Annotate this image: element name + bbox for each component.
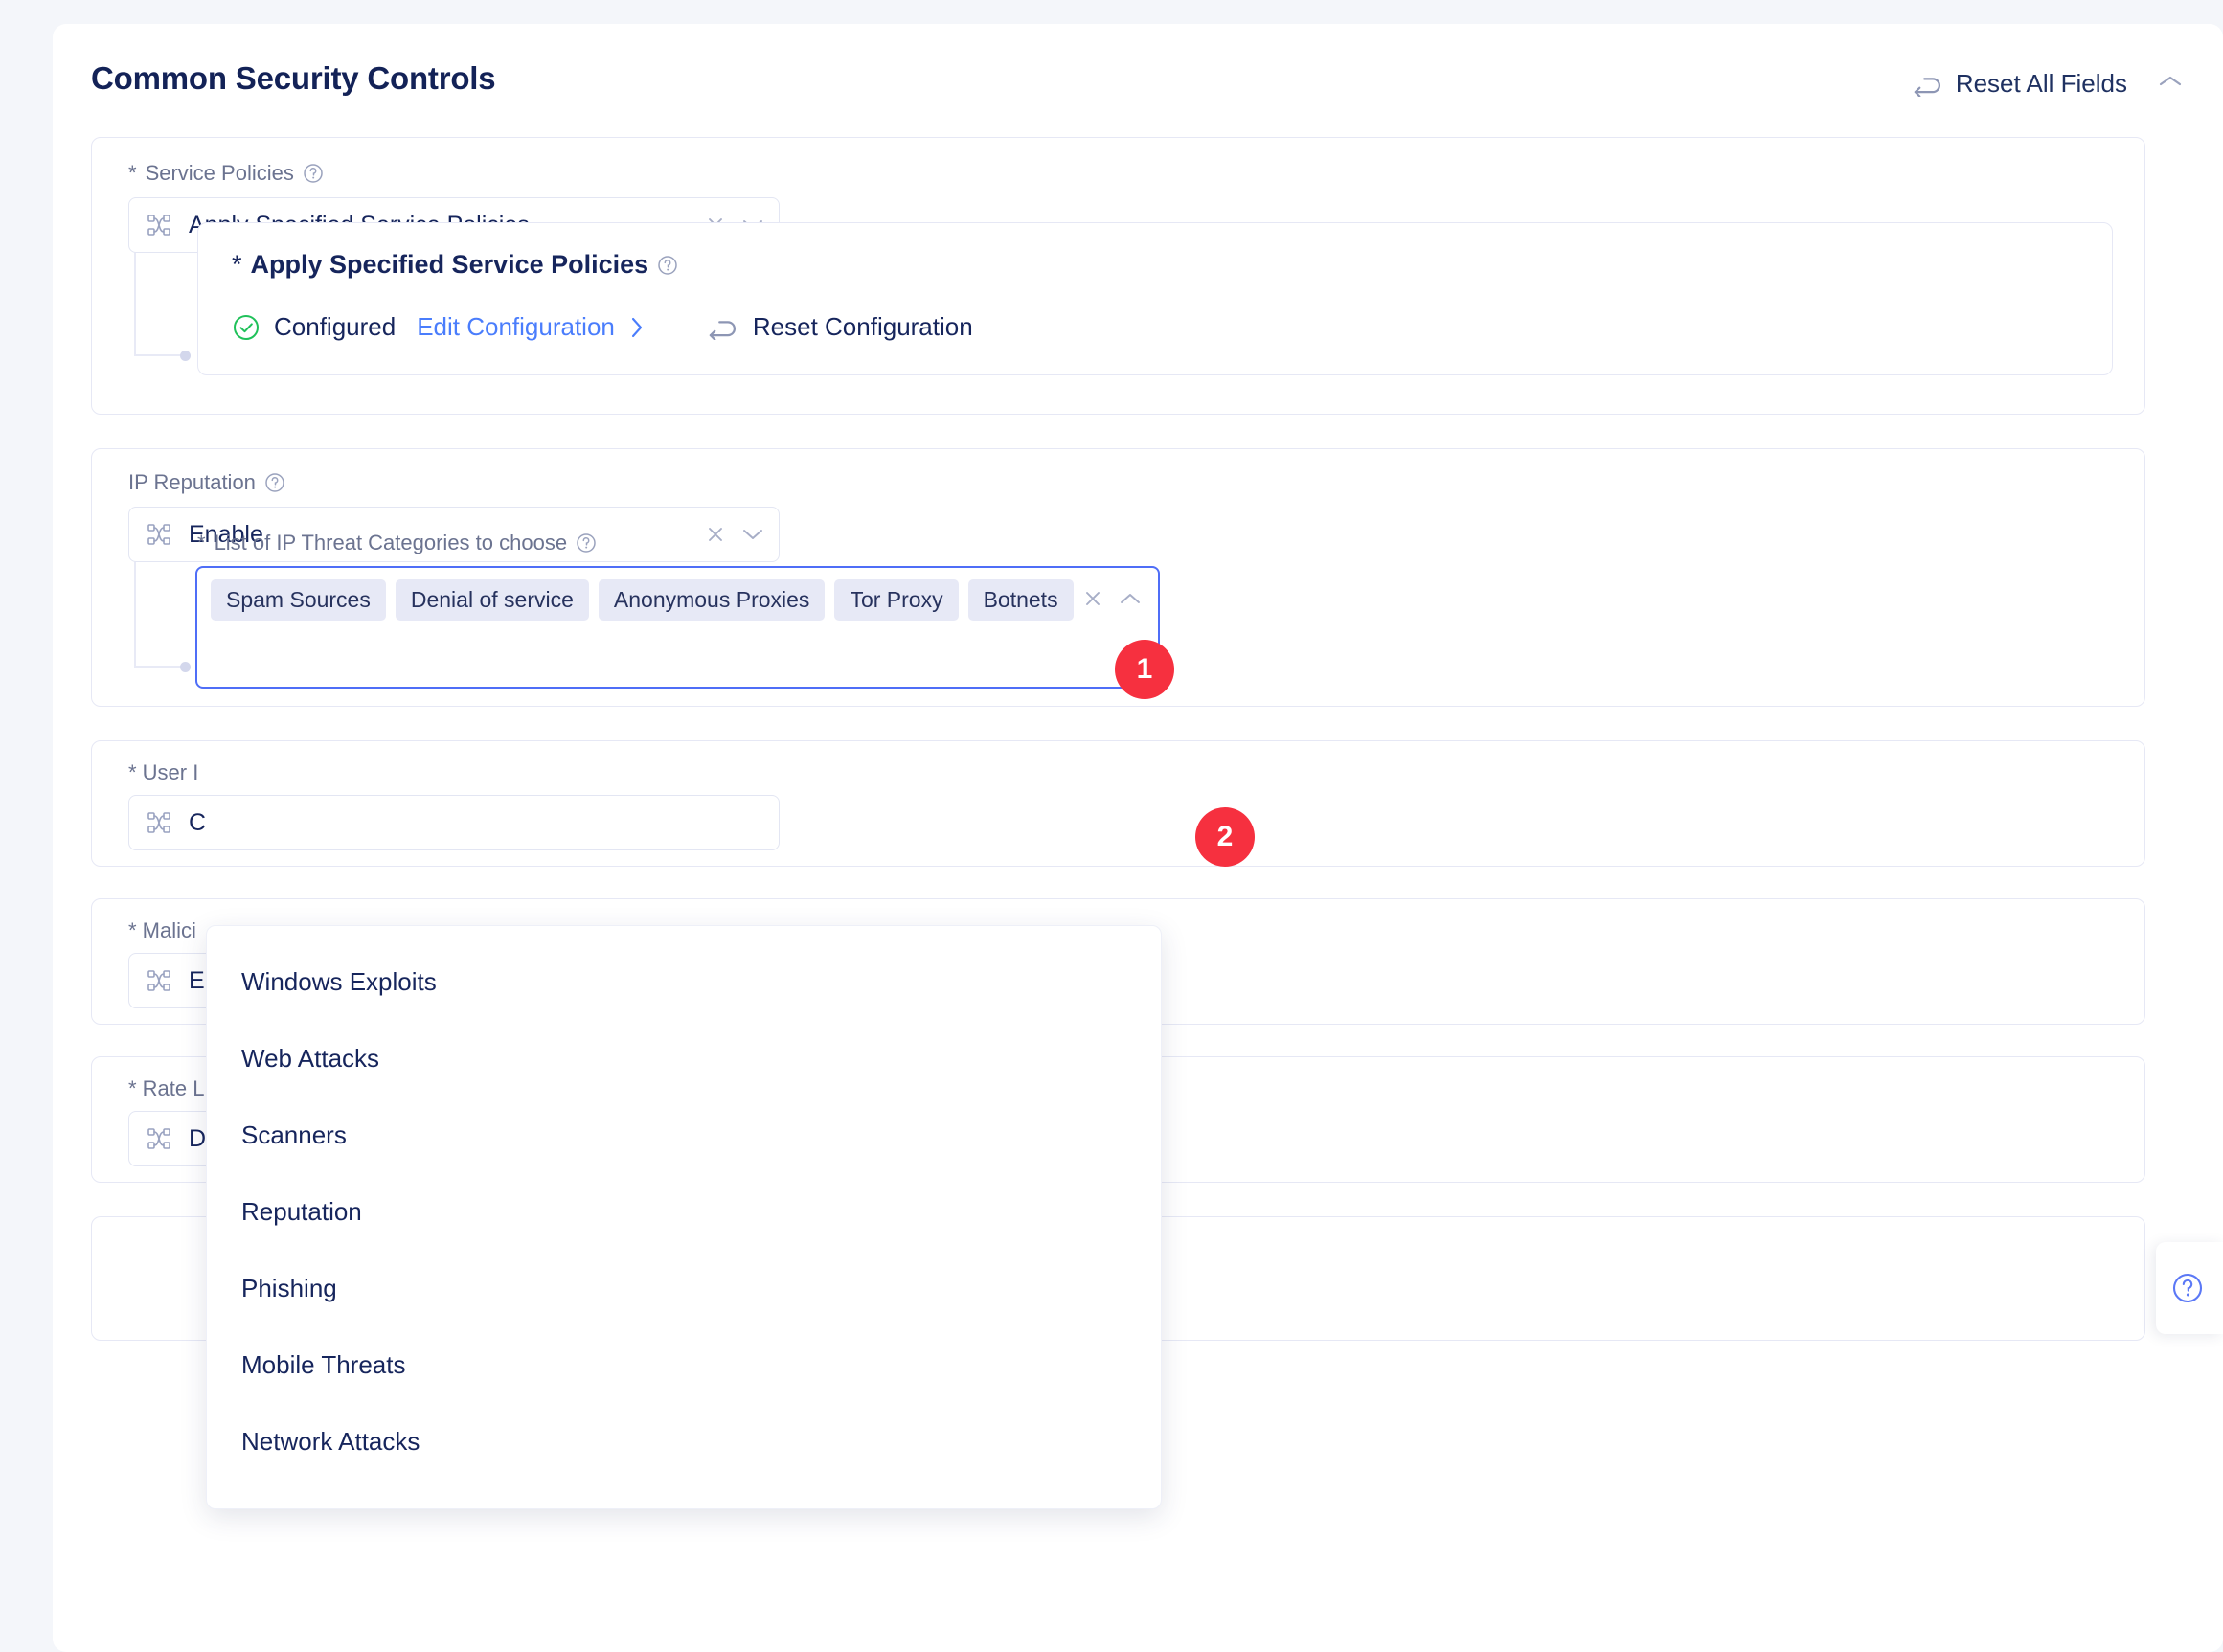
- connector-vertical: [134, 253, 136, 356]
- reset-all-fields-label: Reset All Fields: [1955, 69, 2127, 98]
- connector-horizontal: [134, 354, 182, 356]
- dropdown-option[interactable]: Scanners: [207, 1097, 1161, 1173]
- connector-vertical: [134, 562, 136, 668]
- shuffle-icon: [147, 810, 171, 835]
- help-circle-icon[interactable]: [576, 532, 597, 554]
- dropdown-option[interactable]: Web Attacks: [207, 1020, 1161, 1097]
- reset-configuration-button[interactable]: Reset Configuration: [709, 312, 973, 342]
- dropdown-option[interactable]: Reputation: [207, 1173, 1161, 1250]
- reset-all-fields-button[interactable]: Reset All Fields: [1914, 69, 2127, 99]
- user-field-label: * User I: [128, 760, 199, 784]
- tag-chip[interactable]: Anonymous Proxies: [598, 579, 826, 621]
- header-actions: Reset All Fields: [1914, 68, 2187, 100]
- help-circle-icon: [2171, 1272, 2204, 1304]
- dropdown-top-spacer: [207, 926, 1161, 943]
- apply-specified-service-policies-subcard: * Apply Specified Service Policies Confi…: [197, 222, 2113, 375]
- dropdown-option[interactable]: Mobile Threats: [207, 1326, 1161, 1403]
- chevron-down-icon[interactable]: [742, 528, 763, 541]
- select-actions: [706, 525, 763, 544]
- connector-dot: [180, 662, 191, 672]
- connector-horizontal: [134, 666, 182, 668]
- annotation-badge-2: 2: [1195, 807, 1255, 867]
- chevron-up-icon[interactable]: [2154, 68, 2187, 100]
- tag-chip[interactable]: Spam Sources: [211, 579, 386, 621]
- check-circle-icon: [232, 313, 261, 342]
- required-asterisk: *: [128, 161, 137, 185]
- edit-configuration-label: Edit Configuration: [417, 312, 615, 341]
- subcard-title-text: Apply Specified Service Policies: [250, 250, 649, 279]
- clear-x-icon[interactable]: [1083, 589, 1102, 608]
- subcard-title: * Apply Specified Service Policies: [232, 250, 678, 280]
- help-widget-button[interactable]: [2156, 1242, 2223, 1334]
- user-field-select-value: C: [189, 808, 207, 836]
- required-asterisk: *: [232, 250, 242, 279]
- dropdown-option[interactable]: Phishing: [207, 1250, 1161, 1326]
- reset-configuration-label: Reset Configuration: [752, 312, 973, 341]
- help-circle-icon[interactable]: [264, 472, 285, 493]
- required-asterisk: *: [197, 531, 206, 554]
- panel-header: Common Security Controls Reset All Field…: [53, 24, 2223, 120]
- tag-chip[interactable]: Denial of service: [395, 579, 589, 621]
- chevron-right-icon: [630, 317, 644, 338]
- ip-reputation-label: IP Reputation: [128, 470, 285, 495]
- edit-configuration-link[interactable]: Edit Configuration: [417, 312, 644, 342]
- connector-dot: [180, 351, 191, 361]
- dropdown-option[interactable]: Windows Exploits: [207, 943, 1161, 1020]
- annotation-badge-1: 1: [1115, 640, 1174, 699]
- ip-threat-categories-label: * List of IP Threat Categories to choose: [197, 531, 597, 555]
- dropdown-option[interactable]: Network Attacks: [207, 1403, 1161, 1480]
- ip-threat-categories-label-text: List of IP Threat Categories to choose: [214, 531, 568, 554]
- subcard-status-row: Configured Edit Configuration Reset Conf…: [232, 312, 973, 342]
- tag-chip[interactable]: Botnets: [967, 579, 1074, 621]
- service-policies-label: * Service Policies: [128, 161, 324, 186]
- status-text: Configured: [274, 312, 397, 341]
- shuffle-icon: [147, 213, 171, 238]
- shuffle-icon: [147, 968, 171, 993]
- help-circle-icon[interactable]: [303, 163, 324, 184]
- service-policies-label-text: Service Policies: [145, 161, 294, 185]
- chevron-up-icon[interactable]: [1120, 592, 1141, 605]
- multiselect-actions: [1083, 589, 1141, 608]
- ip-reputation-label-text: IP Reputation: [128, 470, 256, 494]
- shuffle-icon: [147, 1126, 171, 1151]
- page-title: Common Security Controls: [91, 60, 496, 96]
- clear-x-icon[interactable]: [706, 525, 725, 544]
- reset-arrow-icon: [709, 315, 737, 340]
- tag-chip[interactable]: Tor Proxy: [834, 579, 959, 621]
- shuffle-icon: [147, 522, 171, 547]
- user-identification-card: * User I C: [91, 740, 2145, 867]
- ip-threat-categories-multiselect[interactable]: Spam Sources Denial of service Anonymous…: [195, 566, 1160, 689]
- ip-threat-categories-dropdown[interactable]: Windows Exploits Web Attacks Scanners Re…: [206, 925, 1162, 1509]
- help-circle-icon[interactable]: [657, 255, 678, 276]
- rate-field-label: * Rate L: [128, 1076, 205, 1100]
- user-field-select[interactable]: C: [128, 795, 780, 850]
- service-policies-card: * Service Policies Apply: [91, 137, 2145, 415]
- reset-arrow-icon: [1914, 72, 1942, 97]
- configured-status: Configured: [232, 312, 396, 342]
- malicious-field-label: * Malici: [128, 918, 196, 942]
